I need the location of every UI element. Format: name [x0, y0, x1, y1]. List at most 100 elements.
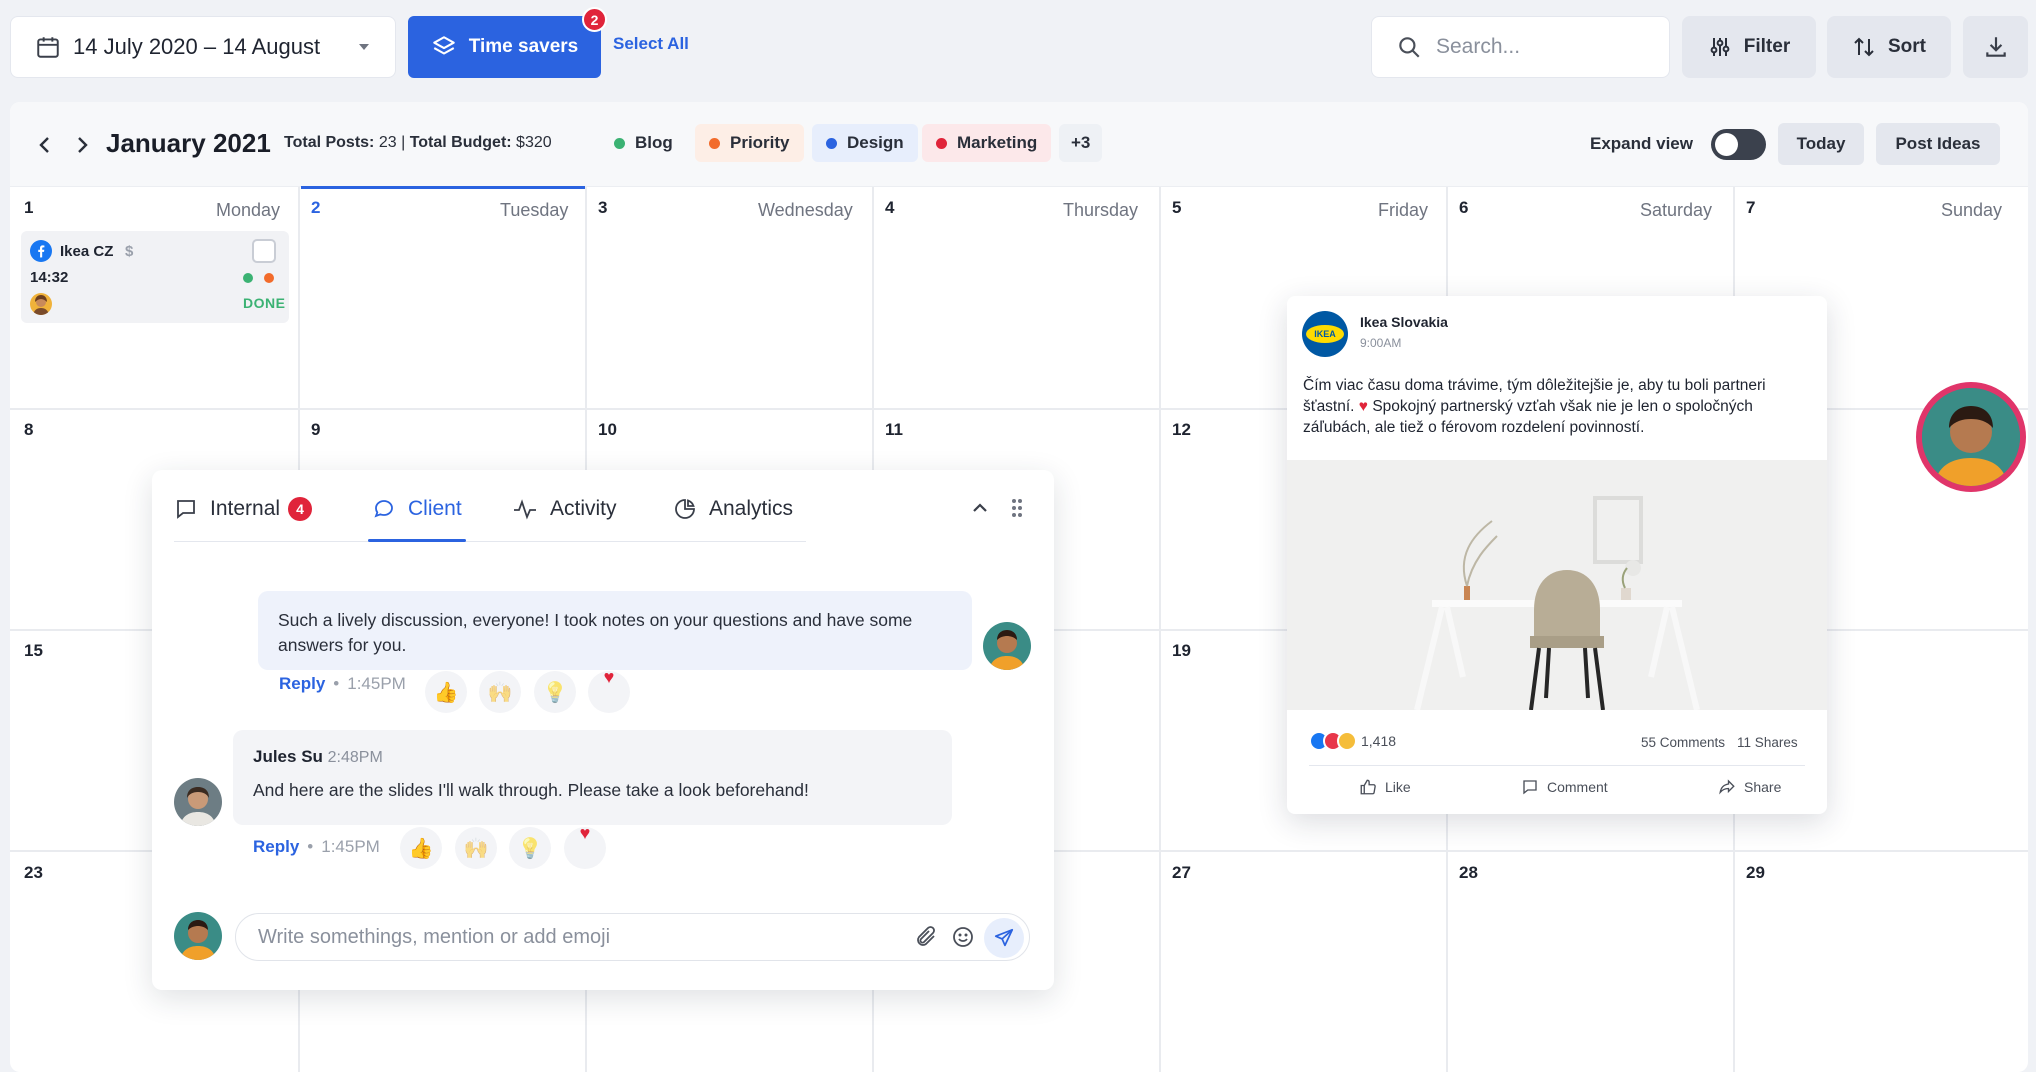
tag-blog[interactable]: Blog — [600, 124, 687, 162]
tab-client[interactable]: Client — [372, 497, 462, 521]
day-number: 7 — [1746, 198, 1756, 217]
tag-marketing[interactable]: Marketing — [922, 124, 1052, 162]
reaction-thumbs-up[interactable]: 👍 — [400, 827, 442, 869]
comment-button[interactable]: Comment — [1521, 778, 1608, 796]
day-number: 2 — [311, 198, 321, 217]
reaction-heart[interactable]: ♥ — [564, 823, 606, 869]
haha-reaction-icon — [1337, 731, 1357, 751]
comment-text: And here are the slides I'll walk throug… — [253, 780, 809, 800]
unread-badge: 4 — [288, 497, 313, 521]
reaction-raised-hands[interactable]: 🙌 — [479, 671, 521, 713]
download-icon — [1983, 34, 2009, 60]
message-square-icon — [174, 497, 198, 521]
today-button[interactable]: Today — [1778, 123, 1864, 165]
comments-count: 55 Comments — [1641, 735, 1726, 750]
sort-button[interactable]: Sort — [1827, 16, 1951, 78]
separator-dot: • — [307, 837, 314, 856]
sort-label: Sort — [1888, 36, 1926, 57]
drag-handle[interactable] — [1010, 496, 1024, 520]
day-number: 23 — [24, 863, 43, 882]
tag-dot — [709, 137, 720, 149]
comment-bubble: Such a lively discussion, everyone! I to… — [258, 591, 972, 670]
tab-analytics[interactable]: Analytics — [673, 497, 793, 521]
expand-view-toggle[interactable] — [1711, 129, 1766, 160]
reply-link[interactable]: Reply — [253, 837, 299, 857]
date-range-picker[interactable]: 14 July 2020 – 14 August — [10, 16, 396, 78]
time-savers-button[interactable]: Time savers — [408, 16, 601, 78]
floating-user-avatar[interactable] — [1916, 382, 2026, 492]
current-user-avatar — [174, 912, 222, 960]
scheduled-post-card[interactable]: Ikea CZ $ 14:32 DONE — [21, 231, 289, 323]
tag-priority[interactable]: Priority — [695, 124, 804, 162]
search-field[interactable]: Search... — [1371, 16, 1670, 78]
prev-month-button[interactable] — [30, 130, 60, 160]
comment-author: Jules Su — [253, 747, 323, 766]
paid-indicator: $ — [125, 243, 134, 260]
pie-chart-icon — [673, 497, 697, 521]
day-number: 27 — [1172, 863, 1191, 882]
calendar-icon — [35, 34, 61, 60]
day-number: 11 — [885, 420, 903, 439]
reaction-lightbulb[interactable]: 💡 — [534, 671, 576, 713]
reply-link[interactable]: Reply — [279, 674, 325, 694]
tab-internal[interactable]: Internal 4 — [174, 497, 313, 521]
day-number: 29 — [1746, 863, 1765, 882]
divider — [1309, 765, 1805, 766]
heart-icon: ♥ — [603, 667, 615, 687]
engagement-counts: 55 Comments 11 Shares — [1641, 735, 1798, 750]
tag-more-label: +3 — [1071, 133, 1091, 152]
day-number: 10 — [598, 420, 617, 439]
chevron-left-icon — [39, 137, 49, 153]
totals-summary: Total Posts: 23 | Total Budget: $320 — [284, 134, 552, 152]
reaction-lightbulb[interactable]: 💡 — [509, 827, 551, 869]
total-budget-value: $320 — [516, 134, 552, 151]
comment-input-placeholder: Write somethings, mention or add emoji — [258, 925, 611, 948]
raised-hands-icon: 🙌 — [487, 681, 513, 704]
like-button[interactable]: Like — [1359, 778, 1411, 796]
reactions-count: 1,418 — [1361, 733, 1397, 749]
reactions-summary: 1,418 — [1309, 731, 1396, 751]
download-button[interactable] — [1963, 16, 2028, 78]
tag-more[interactable]: +3 — [1059, 124, 1103, 162]
total-posts-label: Total Posts: — [284, 134, 375, 151]
tab-activity[interactable]: Activity — [512, 497, 617, 521]
day-name: Saturday — [1640, 200, 1713, 220]
tag-design[interactable]: Design — [812, 124, 918, 162]
author-avatar — [30, 293, 52, 315]
day-name: Friday — [1378, 200, 1429, 220]
share-arrow-icon — [1719, 779, 1735, 795]
filter-sliders-icon — [1708, 35, 1732, 59]
reaction-thumbs-up[interactable]: 👍 — [425, 671, 467, 713]
post-ideas-button[interactable]: Post Ideas — [1876, 123, 2000, 165]
search-input[interactable]: Search... — [1436, 35, 1520, 59]
filter-button[interactable]: Filter — [1682, 16, 1816, 78]
emoji-button[interactable] — [951, 925, 975, 949]
send-icon — [994, 928, 1014, 947]
chevron-up-icon — [973, 503, 987, 512]
smile-icon — [953, 927, 973, 947]
comment-bubble: Jules Su 2:48PM And here are the slides … — [233, 730, 952, 825]
send-button[interactable] — [984, 918, 1024, 958]
post-select-checkbox[interactable] — [252, 239, 276, 263]
month-title: January 2021 — [106, 128, 271, 158]
day-number: 8 — [24, 420, 34, 439]
post-image — [1287, 460, 1827, 710]
tabs-divider — [174, 541, 806, 542]
post-status-badge: DONE — [243, 295, 286, 311]
day-name: Thursday — [1063, 200, 1139, 220]
day-number: 6 — [1459, 198, 1469, 217]
reaction-heart[interactable]: ♥ — [588, 667, 630, 713]
select-all-link[interactable]: Select All — [613, 34, 689, 54]
today-indicator — [301, 186, 585, 189]
filter-label: Filter — [1743, 36, 1791, 57]
attach-button[interactable] — [914, 925, 938, 949]
next-month-button[interactable] — [67, 130, 97, 160]
day-number: 4 — [885, 198, 895, 217]
activity-pulse-icon — [512, 497, 538, 521]
comment-input[interactable]: Write somethings, mention or add emoji — [235, 913, 1030, 961]
collapse-panel-button[interactable] — [970, 498, 990, 518]
notification-badge: 2 — [582, 7, 607, 32]
reaction-raised-hands[interactable]: 🙌 — [455, 827, 497, 869]
share-button[interactable]: Share — [1718, 778, 1781, 796]
tag-label: Marketing — [957, 133, 1038, 152]
